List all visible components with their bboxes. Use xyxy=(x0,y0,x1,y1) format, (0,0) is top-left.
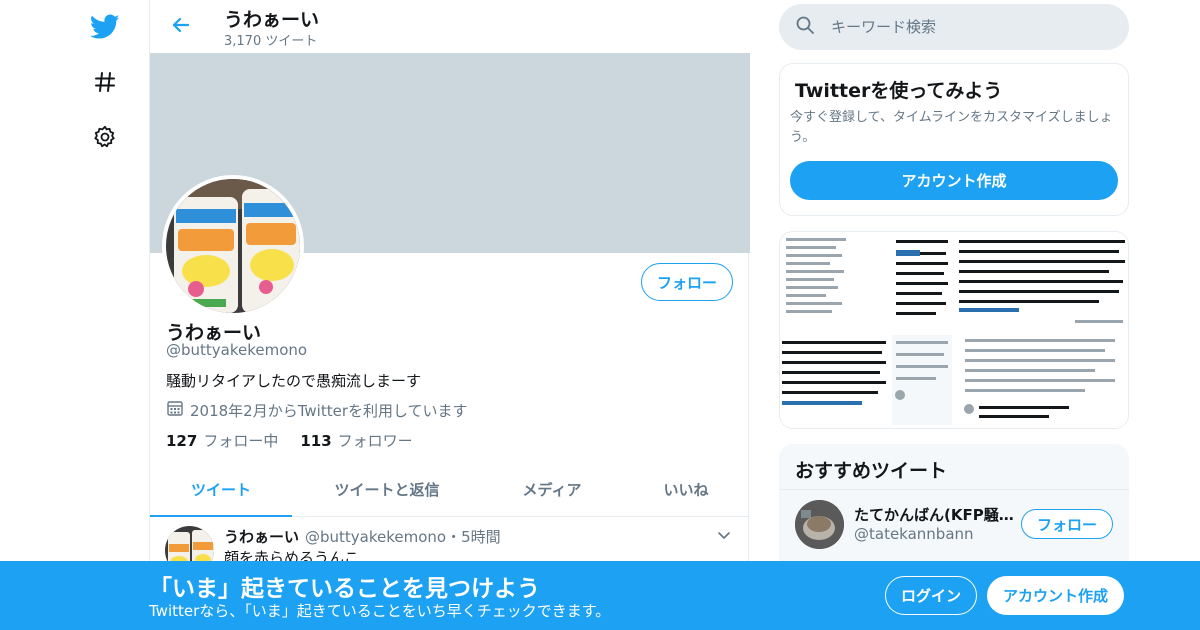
calendar-icon xyxy=(166,399,184,421)
login-button[interactable]: ログイン xyxy=(885,576,977,615)
followers-count: 113 xyxy=(300,432,332,450)
profile-handle: @buttyakekemono xyxy=(166,341,308,359)
divider xyxy=(779,489,1129,490)
profile-stats: 127 フォロー中 113 フォロワー xyxy=(166,430,413,451)
profile-tabs: ツイート ツイートと返信 メディア いいね xyxy=(150,463,750,517)
page: うわぁーい 3,170 ツイート フォロー うわぁーい @buttyakekem… xyxy=(0,0,1200,630)
tweet-author-name[interactable]: うわぁーい xyxy=(224,526,299,547)
header-profile-name: うわぁーい xyxy=(224,9,320,31)
signup-card: Twitterを使ってみよう 今すぐ登録して、タイムラインをカスタマイズしましょ… xyxy=(779,63,1129,216)
followers-link[interactable]: 113 フォロワー xyxy=(300,430,412,451)
settings-button[interactable] xyxy=(85,117,125,157)
search-icon xyxy=(795,15,815,39)
joined-date: 2018年2月からTwitterを利用しています xyxy=(166,399,468,421)
left-nav xyxy=(80,0,130,630)
tab-media[interactable]: メディア xyxy=(482,463,622,516)
tab-likes[interactable]: いいね xyxy=(622,463,750,516)
media-thumbnail[interactable] xyxy=(955,232,1128,329)
recommended-title: おすすめツイート xyxy=(795,460,948,482)
joined-text: 2018年2月からTwitterを利用しています xyxy=(190,401,468,420)
tweet-meta: @buttyakekemono・5時間 xyxy=(305,528,501,546)
recommended-name[interactable]: たてかんばん(KFP騒動… xyxy=(854,504,1014,525)
profile-avatar[interactable] xyxy=(162,175,304,317)
search-box[interactable] xyxy=(779,4,1129,50)
media-grid xyxy=(779,231,1129,429)
signup-card-title: Twitterを使ってみよう xyxy=(795,80,1003,102)
recommended-follow-button[interactable]: フォロー xyxy=(1021,509,1113,539)
recommended-avatar[interactable] xyxy=(795,500,844,549)
bottom-bar-title: 「いま」起きていることを見つけよう xyxy=(149,576,540,602)
signup-card-description: 今すぐ登録して、タイムラインをカスタマイズしましょう。 xyxy=(790,110,1113,145)
main-column: うわぁーい 3,170 ツイート フォロー うわぁーい @buttyakekem… xyxy=(149,0,750,630)
bottom-signup-bar: 「いま」起きていることを見つけよう Twitterなら、「いま」起きていることを… xyxy=(0,561,1200,630)
back-arrow-icon xyxy=(171,15,191,39)
gear-icon xyxy=(93,125,117,149)
profile-bio: 騒動リタイアしたので愚痴流しまーす xyxy=(166,372,422,390)
explore-button[interactable] xyxy=(85,62,125,102)
profile-header: うわぁーい 3,170 ツイート xyxy=(150,0,750,53)
search-input[interactable] xyxy=(831,18,1111,36)
follow-button[interactable]: フォロー xyxy=(641,263,733,301)
tab-tweets[interactable]: ツイート xyxy=(150,463,292,517)
following-link[interactable]: 127 フォロー中 xyxy=(166,430,278,451)
media-thumbnail[interactable] xyxy=(955,331,1128,428)
media-thumbnail[interactable] xyxy=(780,331,953,428)
hashtag-icon xyxy=(93,70,117,94)
twitter-bird-icon xyxy=(90,14,120,40)
tweet-menu-button[interactable] xyxy=(716,527,736,547)
media-thumbnail[interactable] xyxy=(780,232,953,329)
recommended-handle: @tatekannbann xyxy=(854,525,974,543)
followers-label: フォロワー xyxy=(337,432,413,450)
back-button[interactable] xyxy=(166,12,196,42)
bottom-bar-subtitle: Twitterなら、「いま」起きていることをいち早くチェックできます。 xyxy=(149,602,611,620)
signup-card-button[interactable]: アカウント作成 xyxy=(790,161,1118,200)
tab-tweets-and-replies[interactable]: ツイートと返信 xyxy=(292,463,482,516)
header-tweet-count: 3,170 ツイート xyxy=(224,34,318,49)
following-count: 127 xyxy=(166,432,198,450)
following-label: フォロー中 xyxy=(203,432,279,450)
chevron-down-icon xyxy=(716,528,732,547)
twitter-home-button[interactable] xyxy=(85,7,125,47)
signup-button[interactable]: アカウント作成 xyxy=(987,576,1124,615)
